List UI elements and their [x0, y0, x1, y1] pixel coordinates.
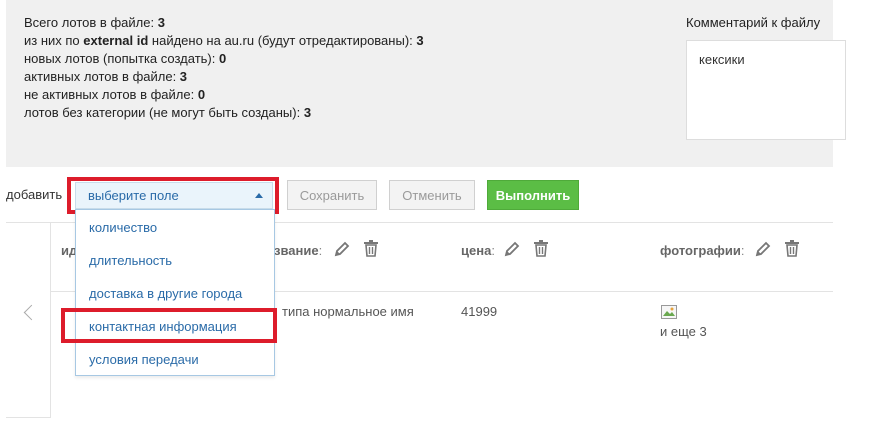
pencil-icon[interactable] [502, 239, 522, 259]
save-button[interactable]: Сохранить [287, 180, 377, 210]
highlight-frame-option [61, 308, 277, 343]
file-stats: Всего лотов в файле: 3 из них по externa… [24, 14, 424, 122]
dropdown-option-duration[interactable]: длительность [76, 243, 274, 276]
stat-no-category: лотов без категории (не могут быть созда… [24, 105, 312, 120]
row-name-cell[interactable]: типа нормальное имя [282, 304, 414, 319]
pencil-icon[interactable] [332, 239, 352, 259]
stat-new: новых лотов (попытка создать): 0 [24, 51, 227, 66]
run-button[interactable]: Выполнить [487, 180, 579, 210]
field-dropdown-menu: количество длительность доставка в други… [75, 209, 275, 376]
broken-image-icon [661, 305, 677, 319]
stat-active: активных лотов в файле: 3 [24, 69, 188, 84]
comment-label: Комментарий к файлу [686, 15, 821, 30]
file-info-panel: Всего лотов в файле: 3 из них по externa… [6, 0, 846, 167]
dropdown-option-delivery[interactable]: доставка в другие города [76, 276, 274, 309]
trash-icon[interactable] [531, 239, 551, 259]
column-header-price: цена: [461, 243, 495, 258]
comment-textarea[interactable]: кексики [686, 40, 846, 140]
add-field-label: добавить [6, 187, 63, 202]
trash-icon[interactable] [782, 239, 802, 259]
dropdown-option-quantity[interactable]: количество [76, 210, 274, 243]
stat-found: из них по external id найдено на au.ru (… [24, 33, 424, 48]
column-header-name: звание: [274, 243, 323, 258]
grid-prev-panel[interactable] [6, 223, 51, 418]
pencil-icon[interactable] [753, 239, 773, 259]
trash-icon[interactable] [361, 239, 381, 259]
row-price-cell[interactable]: 41999 [461, 304, 497, 319]
stat-total: Всего лотов в файле: 3 [24, 15, 165, 30]
dropdown-option-transfer-terms[interactable]: условия передачи [76, 342, 274, 375]
chevron-left-icon[interactable] [23, 304, 40, 321]
cancel-button[interactable]: Отменить [389, 180, 475, 210]
stat-inactive: не активных лотов в файле: 0 [24, 87, 206, 102]
column-header-photos: фотографии: [660, 243, 745, 258]
row-photos-more[interactable]: и еще 3 [660, 324, 707, 339]
